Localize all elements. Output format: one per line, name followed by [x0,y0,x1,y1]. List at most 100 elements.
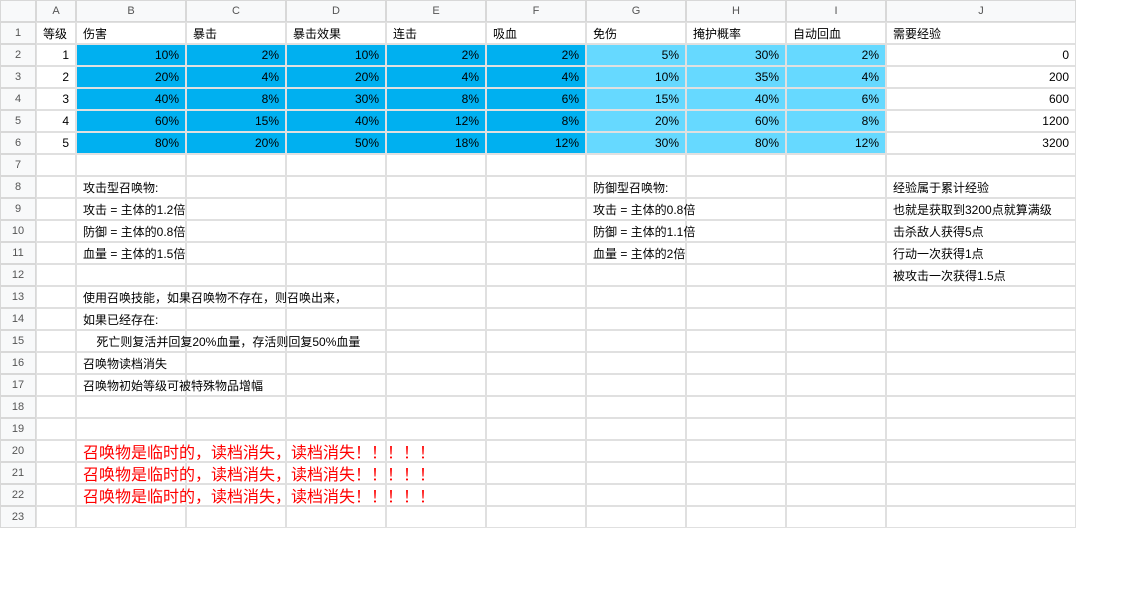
cell-A3[interactable]: 2 [36,66,76,88]
col-header-A[interactable]: A [36,0,76,22]
cell-J10[interactable]: 击杀敌人获得5点 [886,220,1076,242]
cell-G7[interactable] [586,154,686,176]
cell-B8[interactable]: 攻击型召唤物: [76,176,186,198]
row-header-23[interactable]: 23 [0,506,36,528]
cell-J23[interactable] [886,506,1076,528]
cell-J20[interactable] [886,440,1076,462]
cell-D9[interactable] [286,198,386,220]
cell-E3[interactable]: 4% [386,66,486,88]
cell-A8[interactable] [36,176,76,198]
cell-I5[interactable]: 8% [786,110,886,132]
cell-E18[interactable] [386,396,486,418]
cell-F9[interactable] [486,198,586,220]
cell-I19[interactable] [786,418,886,440]
cell-D1[interactable]: 暴击效果 [286,22,386,44]
cell-J1[interactable]: 需要经验 [886,22,1076,44]
cell-I13[interactable] [786,286,886,308]
cell-D5[interactable]: 40% [286,110,386,132]
cell-A22[interactable] [36,484,76,506]
cell-G5[interactable]: 20% [586,110,686,132]
cell-D16[interactable] [286,352,386,374]
cell-H20[interactable] [686,440,786,462]
cell-H3[interactable]: 35% [686,66,786,88]
cell-A16[interactable] [36,352,76,374]
cell-C3[interactable]: 4% [186,66,286,88]
cell-G11[interactable]: 血量 = 主体的2倍 [586,242,686,264]
row-header-10[interactable]: 10 [0,220,36,242]
cell-B9[interactable]: 攻击 = 主体的1.2倍 [76,198,186,220]
cell-E19[interactable] [386,418,486,440]
cell-J6[interactable]: 3200 [886,132,1076,154]
cell-A15[interactable] [36,330,76,352]
cell-C19[interactable] [186,418,286,440]
cell-D14[interactable] [286,308,386,330]
cell-G9[interactable]: 攻击 = 主体的0.8倍 [586,198,686,220]
cell-I8[interactable] [786,176,886,198]
cell-F13[interactable] [486,286,586,308]
cell-I4[interactable]: 6% [786,88,886,110]
cell-I20[interactable] [786,440,886,462]
cell-E16[interactable] [386,352,486,374]
cell-A10[interactable] [36,220,76,242]
cell-D19[interactable] [286,418,386,440]
row-header-20[interactable]: 20 [0,440,36,462]
cell-J9[interactable]: 也就是获取到3200点就算满级 [886,198,1076,220]
cell-B5[interactable]: 60% [76,110,186,132]
cell-G21[interactable] [586,462,686,484]
cell-G18[interactable] [586,396,686,418]
cell-J18[interactable] [886,396,1076,418]
cell-J17[interactable] [886,374,1076,396]
cell-B1[interactable]: 伤害 [76,22,186,44]
cell-A14[interactable] [36,308,76,330]
row-header-18[interactable]: 18 [0,396,36,418]
cell-H16[interactable] [686,352,786,374]
cell-D17[interactable] [286,374,386,396]
cell-F16[interactable] [486,352,586,374]
cell-A12[interactable] [36,264,76,286]
cell-B23[interactable] [76,506,186,528]
cell-E13[interactable] [386,286,486,308]
cell-H13[interactable] [686,286,786,308]
row-header-7[interactable]: 7 [0,154,36,176]
col-header-E[interactable]: E [386,0,486,22]
row-header-1[interactable]: 1 [0,22,36,44]
cell-G14[interactable] [586,308,686,330]
cell-J19[interactable] [886,418,1076,440]
cell-D10[interactable] [286,220,386,242]
cell-H21[interactable] [686,462,786,484]
cell-A5[interactable]: 4 [36,110,76,132]
cell-I7[interactable] [786,154,886,176]
cell-J21[interactable] [886,462,1076,484]
row-header-22[interactable]: 22 [0,484,36,506]
cell-G10[interactable]: 防御 = 主体的1.1倍 [586,220,686,242]
cell-B18[interactable] [76,396,186,418]
cell-B19[interactable] [76,418,186,440]
cell-I3[interactable]: 4% [786,66,886,88]
cell-H4[interactable]: 40% [686,88,786,110]
cell-J16[interactable] [886,352,1076,374]
cell-J11[interactable]: 行动一次获得1点 [886,242,1076,264]
cell-I22[interactable] [786,484,886,506]
cell-H23[interactable] [686,506,786,528]
cell-C10[interactable] [186,220,286,242]
cell-J7[interactable] [886,154,1076,176]
cell-H6[interactable]: 80% [686,132,786,154]
cell-H22[interactable] [686,484,786,506]
cell-G17[interactable] [586,374,686,396]
cell-F17[interactable] [486,374,586,396]
cell-F8[interactable] [486,176,586,198]
cell-F7[interactable] [486,154,586,176]
cell-E10[interactable] [386,220,486,242]
row-header-6[interactable]: 6 [0,132,36,154]
cell-E7[interactable] [386,154,486,176]
cell-F22[interactable] [486,484,586,506]
cell-J2[interactable]: 0 [886,44,1076,66]
cell-A7[interactable] [36,154,76,176]
cell-J22[interactable] [886,484,1076,506]
cell-H11[interactable] [686,242,786,264]
cell-C6[interactable]: 20% [186,132,286,154]
cell-F10[interactable] [486,220,586,242]
cell-D23[interactable] [286,506,386,528]
cell-I16[interactable] [786,352,886,374]
cell-F5[interactable]: 8% [486,110,586,132]
